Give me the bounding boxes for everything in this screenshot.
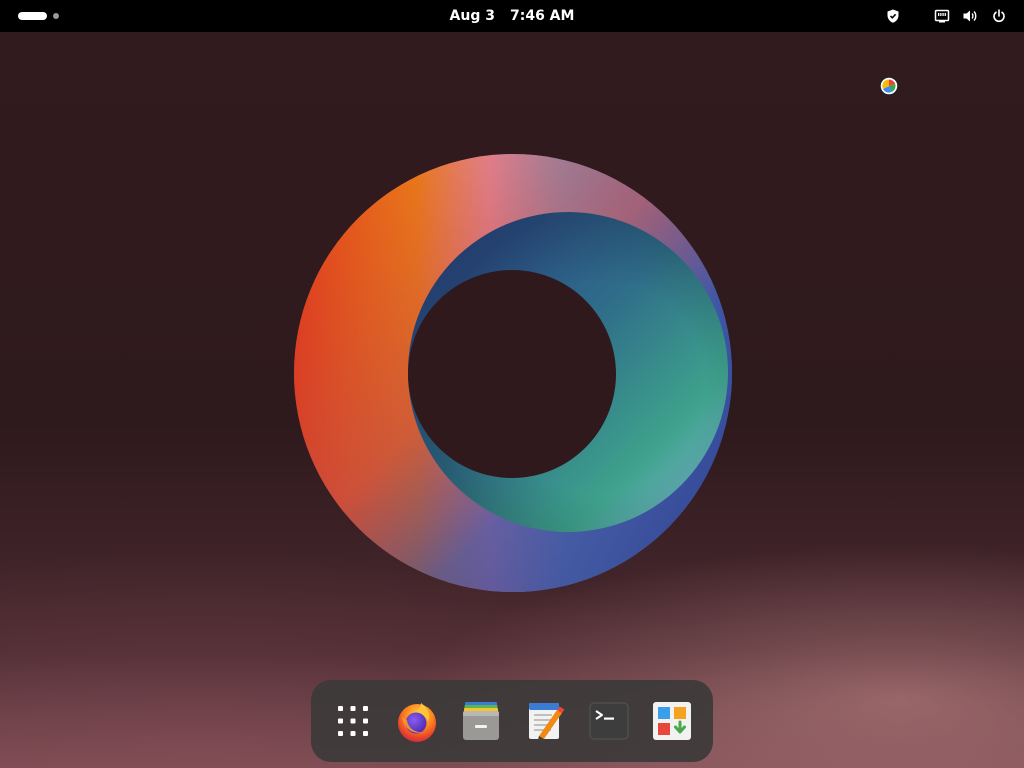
desktop: Aug 3 7:46 AM [0, 0, 1024, 768]
dock [311, 680, 713, 762]
clock-time: 7:46 AM [509, 8, 575, 24]
terminal-icon[interactable] [587, 699, 631, 743]
power-icon[interactable] [991, 8, 1007, 24]
clock-date: Aug 3 [449, 8, 495, 24]
app-grid-icon[interactable] [331, 699, 375, 743]
color-app-icon[interactable] [879, 76, 899, 96]
software-store-icon[interactable] [650, 699, 694, 743]
workspace-indicator[interactable] [53, 13, 59, 19]
text-editor-icon[interactable] [523, 699, 567, 743]
firefox-icon[interactable] [395, 699, 439, 743]
files-icon[interactable] [459, 699, 503, 743]
clock-button[interactable]: Aug 3 7:46 AM [412, 0, 612, 32]
activities-button[interactable] [18, 12, 47, 20]
volume-icon[interactable] [962, 8, 978, 24]
top-panel: Aug 3 7:46 AM [0, 0, 1024, 32]
network-icon[interactable] [934, 8, 950, 24]
wallpaper-ring [290, 150, 736, 596]
shield-icon[interactable] [885, 8, 901, 24]
